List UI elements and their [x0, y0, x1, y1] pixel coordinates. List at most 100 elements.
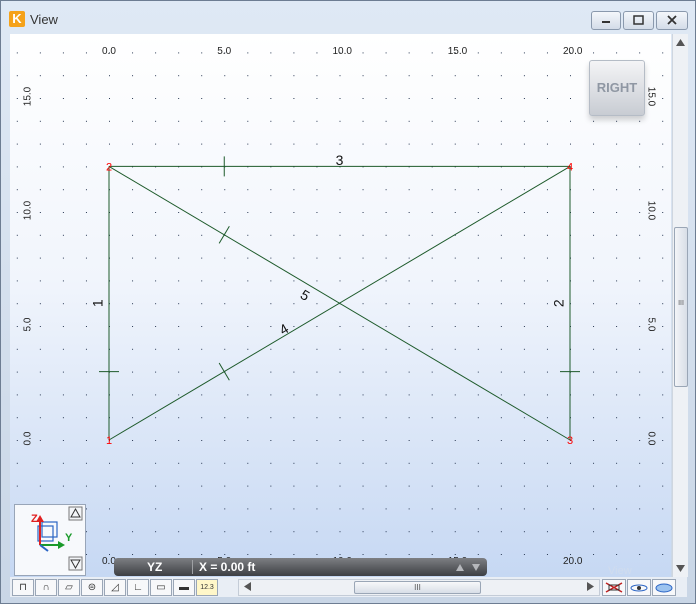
section-tool-button[interactable]: ▬	[173, 579, 195, 596]
grid-dot	[270, 462, 272, 464]
grid-dot	[293, 98, 295, 99]
grid-dot	[639, 189, 641, 191]
load-tool-button[interactable]: ◿	[104, 579, 126, 596]
grid-dot	[247, 394, 249, 396]
node-label[interactable]: 3	[567, 435, 573, 447]
grid-dot	[454, 394, 456, 396]
render-button[interactable]	[652, 579, 676, 596]
support-tool-button[interactable]: ⊜	[81, 579, 103, 596]
grid-dot	[201, 440, 203, 441]
scroll-right-icon[interactable]	[584, 580, 596, 593]
grid-dot	[293, 143, 295, 145]
grid-dot	[546, 75, 548, 77]
grid-dot	[385, 234, 387, 236]
vertical-scrollbar[interactable]: III	[672, 34, 688, 577]
grid-dot	[316, 462, 318, 464]
member-tick	[218, 362, 230, 381]
grid-dot	[155, 212, 157, 213]
grid-dot	[155, 120, 157, 122]
node-label[interactable]: 4	[567, 161, 573, 173]
grid-dot	[339, 554, 341, 555]
grid-dot	[616, 417, 618, 419]
axis-tick-label: 15.0	[22, 86, 34, 107]
node-tool-button[interactable]: ⊓	[12, 579, 34, 596]
grid-dot	[500, 394, 502, 396]
grid-dot	[454, 326, 456, 327]
member-tool-button[interactable]: ∩	[35, 579, 57, 596]
grid-dot	[339, 280, 341, 282]
grid-dot	[201, 371, 203, 373]
grid-dot	[431, 485, 433, 487]
grid-dot	[523, 394, 525, 396]
grid-dot	[316, 417, 318, 419]
grid-dot	[616, 257, 618, 259]
title-bar[interactable]: K View	[1, 1, 695, 33]
grid-dot	[39, 234, 41, 236]
grid-dot	[431, 303, 433, 305]
label-tool-button[interactable]: 12.3	[196, 579, 218, 596]
axis-tick-label: 10.0	[332, 46, 352, 57]
member-tick	[218, 225, 230, 244]
node-label[interactable]: 2	[106, 161, 112, 173]
axis-tick-label: 5.0	[22, 317, 34, 332]
node-label[interactable]: 1	[106, 435, 112, 447]
grid-dot	[132, 440, 134, 441]
grid-dot	[155, 554, 157, 555]
grid-dot	[662, 440, 664, 441]
model-view-canvas[interactable]: 123451234 0.05.010.015.020.0 0.05.010.01…	[10, 34, 671, 577]
grid-dot	[523, 234, 525, 236]
scroll-left-icon[interactable]	[241, 580, 253, 593]
close-button[interactable]	[656, 11, 688, 30]
grid-dot	[132, 257, 134, 259]
grid-dot	[39, 394, 41, 396]
grid-dot	[39, 417, 41, 419]
plate-tool-button[interactable]: ▱	[58, 579, 80, 596]
grid-dot	[132, 234, 134, 236]
viewcube-label: RIGHT	[596, 80, 638, 95]
grid-dot	[16, 98, 18, 99]
grid-dot	[477, 75, 479, 77]
grid-dot	[523, 143, 525, 145]
grid-dot	[385, 212, 387, 213]
grid-dot	[293, 212, 295, 213]
grid-dot	[639, 394, 641, 396]
plane-tool-button[interactable]: ▭	[150, 579, 172, 596]
grid-dot	[408, 462, 410, 464]
grid-dot	[247, 417, 249, 419]
grid-dot	[155, 485, 157, 487]
grid-dot	[639, 234, 641, 236]
grid-dot	[477, 234, 479, 236]
grid-dot	[408, 531, 410, 533]
minimize-button[interactable]	[591, 11, 621, 30]
scroll-up-icon[interactable]	[673, 36, 688, 50]
load-tool-icon: ◿	[111, 582, 119, 593]
grid-dot	[477, 508, 479, 510]
viewcube[interactable]: RIGHT	[589, 60, 645, 116]
rotate-button[interactable]	[627, 579, 651, 596]
status-arrows-icon[interactable]	[454, 558, 484, 576]
grid-dot	[339, 212, 341, 213]
vertical-scroll-thumb[interactable]: III	[674, 227, 688, 387]
grid-dot	[178, 143, 180, 145]
grid-dot	[201, 189, 203, 191]
grid-dot	[500, 303, 502, 305]
horizontal-scrollbar[interactable]: III	[238, 579, 600, 596]
grid-dot	[362, 189, 364, 191]
maximize-button[interactable]	[623, 11, 654, 30]
horizontal-scroll-thumb[interactable]: III	[354, 581, 481, 594]
grid-dot	[247, 303, 249, 305]
grid-dot	[408, 52, 410, 54]
no-display-button[interactable]	[602, 579, 626, 596]
grid-dot	[201, 280, 203, 282]
grid-dot	[639, 166, 641, 168]
grid-dot	[523, 212, 525, 213]
grid-dot	[639, 485, 641, 487]
grid-dot	[523, 98, 525, 99]
grid-dot	[62, 234, 64, 236]
scroll-down-icon[interactable]	[673, 561, 688, 575]
grid-dot	[523, 440, 525, 441]
grid-dot	[362, 98, 364, 99]
grid-dot	[270, 234, 272, 236]
angle-tool-button[interactable]: ∟	[127, 579, 149, 596]
member-tool-icon: ∩	[42, 582, 50, 593]
